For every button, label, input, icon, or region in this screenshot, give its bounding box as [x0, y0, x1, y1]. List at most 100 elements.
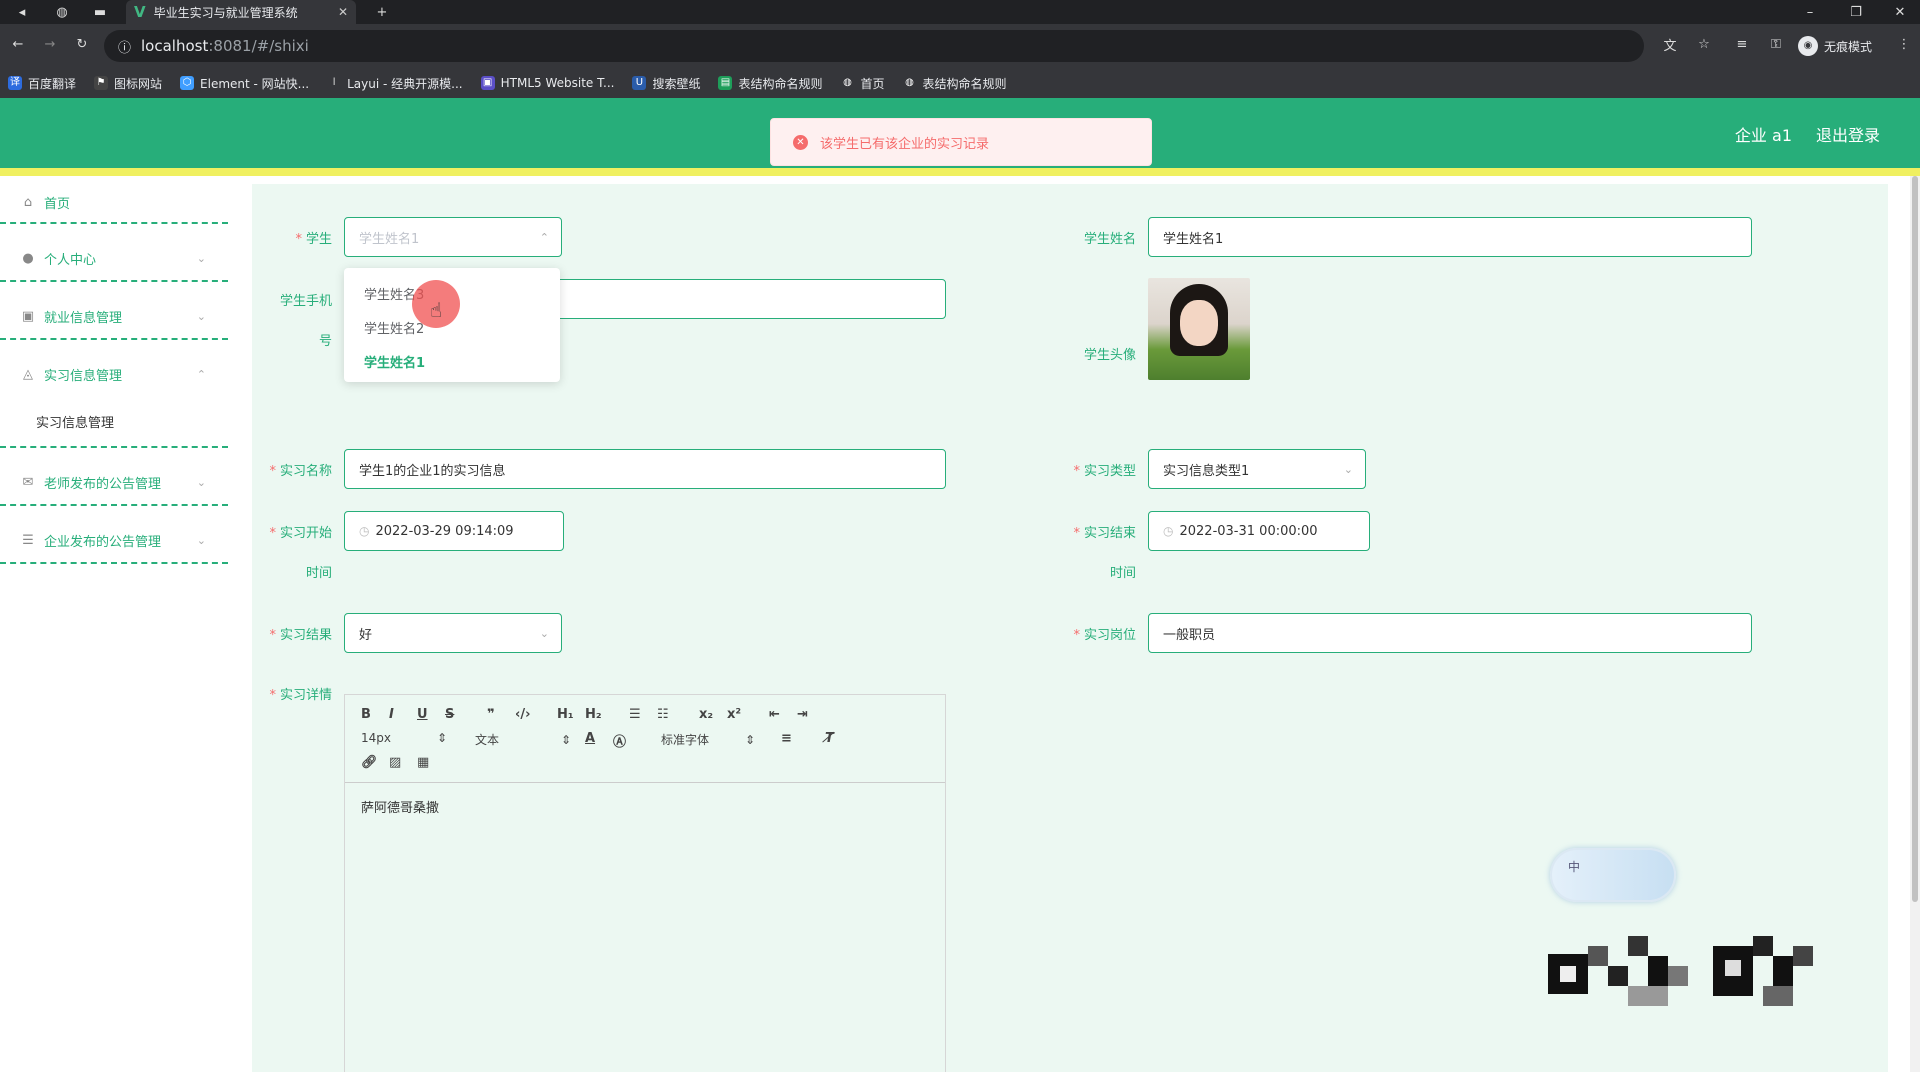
- end-time-label-line1: * 实习结束: [1073, 526, 1136, 541]
- bookmark-item[interactable]: ◍ 表结构命名规则: [902, 75, 1007, 92]
- outdent-icon[interactable]: ⇤: [769, 707, 780, 722]
- rich-text-editor[interactable]: B I U S ❞ ‹/› H₁ H₂ ☰ ☷ x₂ x² ⇤ ⇥ 14px ⇕ …: [344, 694, 946, 1072]
- new-tab-icon[interactable]: +: [368, 0, 396, 24]
- bookmark-label: 图标网站: [114, 76, 163, 91]
- end-time-picker[interactable]: ◷ 2022-03-31 00:00:00: [1148, 511, 1370, 551]
- intern-name-input[interactable]: 学生1的企业1的实习信息: [344, 449, 946, 489]
- tab-close-icon[interactable]: ✕: [338, 5, 348, 19]
- start-time-label-line2: 时间: [305, 566, 332, 581]
- ime-label: 中: [1568, 860, 1581, 874]
- restore-icon[interactable]: ❐: [1842, 0, 1870, 24]
- bookmark-item[interactable]: ◍ 首页: [840, 75, 885, 92]
- blockquote-icon[interactable]: ❞: [487, 707, 495, 722]
- bookmark-item[interactable]: ⬡ Element - 网站快...: [180, 75, 309, 92]
- sidebar-item-teacher-notices[interactable]: ✉ 老师发布的公告管理 ⌄: [0, 456, 228, 508]
- sidebar-item-employment[interactable]: ▣ 就业信息管理 ⌄: [0, 290, 228, 342]
- bookmark-item[interactable]: U 搜索壁纸: [632, 75, 700, 92]
- align-icon[interactable]: ≡: [781, 731, 792, 746]
- student-select[interactable]: 学生姓名1 ⌃: [344, 217, 562, 257]
- clear-format-icon[interactable]: T̸: [825, 731, 834, 746]
- font-color-icon[interactable]: A: [585, 731, 595, 746]
- editor-content[interactable]: 萨阿德哥桑撒: [361, 797, 439, 816]
- browser-tab-active[interactable]: V 毕业生实习与就业管理系统 ✕: [126, 0, 356, 24]
- indent-icon[interactable]: ⇥: [797, 707, 808, 722]
- back-icon[interactable]: ←: [4, 32, 32, 56]
- h2-icon[interactable]: H₂: [585, 707, 602, 722]
- link-icon[interactable]: 🔗︎: [361, 755, 378, 770]
- bookmark-label: 搜索壁纸: [652, 76, 701, 91]
- intern-type-select[interactable]: 实习信息类型1 ⌄: [1148, 449, 1366, 489]
- bookmark-item[interactable]: 译百度翻译: [8, 75, 76, 92]
- sidebar-item-label: 首页: [44, 196, 71, 212]
- intern-name-label: * 实习名称: [269, 464, 332, 479]
- divider: [0, 222, 228, 224]
- ordered-list-icon[interactable]: ☰: [629, 707, 641, 722]
- sliders-icon: ☰: [22, 532, 34, 548]
- bold-icon[interactable]: B: [361, 707, 371, 722]
- key-icon[interactable]: ⚿: [1762, 32, 1790, 56]
- sidebar-item-internship[interactable]: ◬ 实习信息管理 ⌃: [0, 348, 228, 400]
- sidebar-item-personal[interactable]: ● 个人中心 ⌄: [0, 232, 228, 284]
- result-select[interactable]: 好 ⌄: [344, 613, 562, 653]
- error-icon: ✕: [793, 134, 808, 150]
- student-option-selected[interactable]: 学生姓名1: [364, 352, 425, 371]
- clock-icon: ◷: [1163, 524, 1174, 538]
- bullet-list-icon[interactable]: ☷: [657, 707, 669, 722]
- logout-button[interactable]: 退出登录: [1816, 122, 1880, 146]
- window-close-icon[interactable]: ✕: [1886, 0, 1914, 24]
- code-icon[interactable]: ‹/›: [515, 707, 530, 722]
- browser-tab-bar: ◂ ◍ ▬ V 毕业生实习与就业管理系统 ✕ + – ❐ ✕: [0, 0, 1920, 24]
- sidebar-item-home[interactable]: ⌂ 首页: [0, 176, 228, 228]
- url-host: localhost: [141, 37, 209, 55]
- italic-icon[interactable]: I: [389, 707, 394, 722]
- intern-type-value: 实习信息类型1: [1163, 463, 1250, 479]
- forward-icon[interactable]: →: [36, 32, 64, 56]
- bookmark-item[interactable]: ▤ 表结构命名规则: [718, 75, 822, 92]
- phone-label-line1: 学生手机: [279, 294, 332, 309]
- minimize-icon[interactable]: –: [1796, 0, 1824, 24]
- ime-widget[interactable]: 中: [1550, 848, 1676, 902]
- home-icon: ⌂: [23, 194, 33, 210]
- address-bar[interactable]: ⓘ localhost:8081/#/shixi: [104, 30, 1644, 62]
- reading-list-icon[interactable]: ≡: [1728, 32, 1756, 56]
- sidebar-subitem-internship[interactable]: 实习信息管理: [36, 412, 114, 431]
- clipboard-icon: ▣: [21, 308, 35, 324]
- chevron-down-icon: ⌄: [539, 626, 549, 640]
- bookmark-item[interactable]: ⚑ 图标网站: [94, 75, 162, 92]
- sidebar-item-company-notices[interactable]: ☰ 企业发布的公告管理 ⌄: [0, 514, 228, 566]
- tab-audio-icon[interactable]: ◂: [8, 0, 36, 24]
- text-type-select[interactable]: 文本 ⇕: [475, 731, 571, 748]
- bookmark-item[interactable]: l Layui - 经典开源模...: [327, 75, 463, 92]
- font-family-select[interactable]: 标准字体 ⇕: [661, 731, 755, 748]
- student-option[interactable]: 学生姓名2: [364, 318, 424, 337]
- strike-icon[interactable]: S: [445, 707, 454, 722]
- position-input[interactable]: 一般职员: [1148, 613, 1752, 653]
- page-scrollbar[interactable]: [1910, 176, 1920, 1072]
- sidebar-item-label: 实习信息管理: [44, 368, 123, 384]
- video-icon[interactable]: ▦: [417, 755, 429, 770]
- superscript-icon[interactable]: x²: [727, 707, 741, 722]
- menu-dots-icon[interactable]: ⋮: [1890, 32, 1918, 56]
- background-color-icon[interactable]: Ⓐ: [613, 731, 626, 750]
- underline-icon[interactable]: U: [417, 707, 428, 722]
- user-icon: ●: [22, 250, 34, 266]
- student-name-input[interactable]: 学生姓名1: [1148, 217, 1752, 257]
- bookmark-item[interactable]: ▣ HTML5 Website T...: [480, 76, 614, 90]
- start-time-picker[interactable]: ◷ 2022-03-29 09:14:09: [344, 511, 564, 551]
- subscript-icon[interactable]: x₂: [699, 707, 713, 722]
- font-size-select[interactable]: 14px ⇕: [361, 731, 447, 745]
- scrollbar-thumb[interactable]: [1912, 176, 1918, 902]
- divider: [0, 338, 228, 340]
- intern-name-label-text: 实习名称: [279, 464, 332, 479]
- translate-icon[interactable]: 文: [1656, 32, 1684, 56]
- window-icon[interactable]: ▬: [86, 0, 114, 24]
- text-type-value: 文本: [475, 733, 500, 747]
- bookmark-label: 百度翻译: [28, 76, 77, 91]
- reload-icon[interactable]: ↻: [68, 32, 96, 56]
- incognito-indicator[interactable]: ◉ 无痕模式: [1798, 36, 1872, 56]
- h1-icon[interactable]: H₁: [557, 707, 574, 722]
- end-time-label-text: 实习结束: [1083, 526, 1136, 541]
- bookmark-star-icon[interactable]: ☆: [1690, 32, 1718, 56]
- globe-icon[interactable]: ◍: [48, 0, 76, 24]
- image-icon[interactable]: ▨: [389, 755, 401, 770]
